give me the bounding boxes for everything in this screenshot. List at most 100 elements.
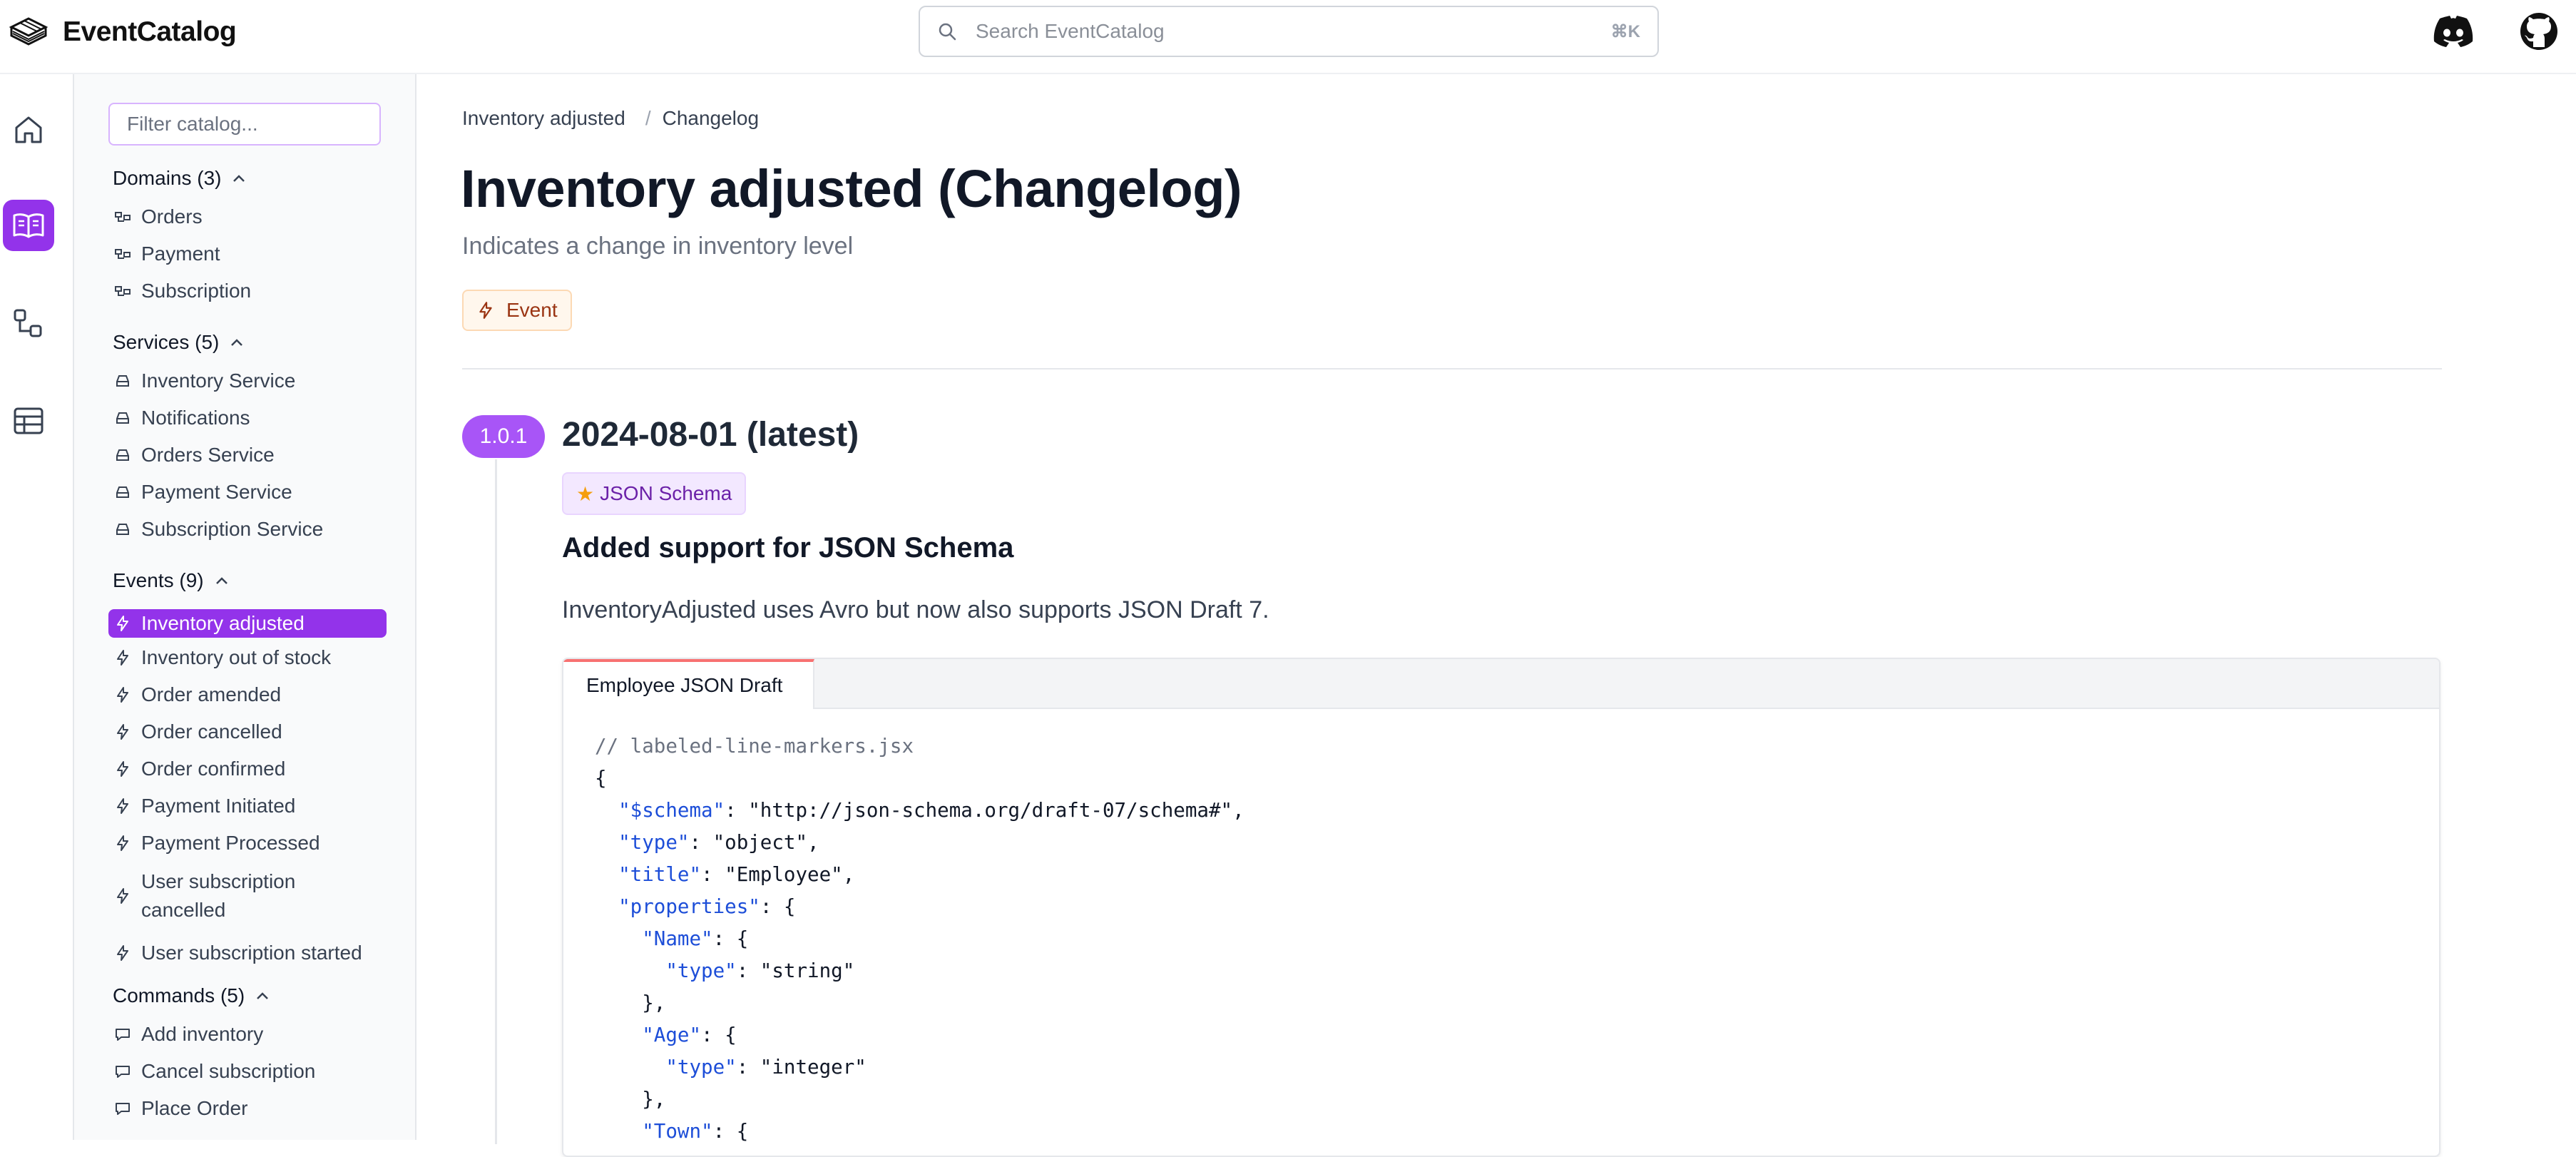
search-bar[interactable]: Search EventCatalog ⌘K [919, 6, 1659, 57]
chat-bubble-icon [116, 1029, 130, 1041]
code-line: "type": "object", [618, 831, 819, 854]
bolt-icon [479, 302, 492, 319]
changelog-body: InventoryAdjusted uses Avro but now also… [562, 596, 1269, 623]
domain-icon [115, 249, 131, 259]
code-line: { [595, 767, 607, 790]
code-tab[interactable]: Employee JSON Draft [563, 659, 814, 709]
workflow-icon[interactable] [3, 298, 54, 350]
sidebar-item-service[interactable]: Inventory Service [108, 369, 387, 392]
page-subtitle: Indicates a change in inventory level [462, 233, 854, 260]
changelog-heading: Added support for JSON Schema [562, 532, 1014, 564]
sidebar-item-command[interactable]: Place Order [108, 1097, 387, 1120]
server-icon [116, 412, 129, 424]
changelog-entry-title: 2024-08-01 (latest) [562, 416, 859, 454]
brand[interactable]: EventCatalog [7, 0, 237, 64]
filter-placeholder: Filter catalog... [127, 113, 258, 135]
sidebar-item-event[interactable]: Payment Initiated [108, 795, 387, 817]
sidebar-item-service[interactable]: Notifications [108, 407, 387, 429]
bolt-icon [117, 724, 128, 740]
group-events-title: Events (9) [113, 569, 204, 591]
code-tabs: Employee JSON Draft [563, 659, 2439, 709]
breadcrumb-item-current: Changelog [662, 107, 760, 129]
breadcrumb-separator: / [645, 107, 651, 129]
sidebar-item-domain[interactable]: Orders [108, 205, 387, 228]
sidebar-item-command[interactable]: Add inventory [108, 1023, 387, 1046]
code-line: }, [595, 1088, 666, 1111]
sidebar-item-event[interactable]: Order confirmed [108, 758, 387, 780]
sidebar-item-command[interactable]: Cancel subscription [108, 1060, 387, 1083]
sidebar-item-service[interactable]: Orders Service [108, 444, 387, 467]
page-title: Inventory adjusted (Changelog) [461, 159, 1242, 218]
book-open-icon[interactable] [3, 200, 54, 251]
code-content: // labeled-line-markers.jsx { "$schema":… [595, 730, 1244, 1148]
code-line: "Age": { [642, 1024, 737, 1046]
chevron-up-icon [231, 339, 243, 346]
icon-rail [0, 74, 74, 1140]
sidebar-item-domain[interactable]: Payment [108, 243, 387, 265]
sidebar-item-event[interactable]: Payment Processed [108, 832, 387, 855]
group-domains-toggle[interactable]: Domains (3) [113, 167, 245, 190]
bolt-icon [117, 798, 128, 814]
version-pill: 1.0.1 [462, 415, 545, 458]
star-icon: ★ [576, 482, 595, 505]
group-commands-title: Commands (5) [113, 984, 245, 1006]
home-icon[interactable] [3, 104, 54, 156]
sidebar-item-event[interactable]: User subscription cancelled [108, 867, 387, 924]
code-line: "Name": { [642, 927, 749, 950]
app-name: EventCatalog [63, 16, 237, 47]
bolt-icon [117, 687, 128, 703]
code-line: // labeled-line-markers.jsx [595, 735, 914, 758]
code-line: }, [595, 992, 666, 1014]
group-domains-title: Domains (3) [113, 167, 222, 189]
bolt-icon [117, 616, 128, 631]
domain-icon [115, 286, 131, 296]
github-icon[interactable] [2518, 10, 2560, 53]
group-services-toggle[interactable]: Services (5) [113, 331, 243, 354]
server-icon [116, 524, 129, 535]
discord-icon[interactable] [2432, 10, 2475, 53]
server-icon [116, 449, 129, 461]
search-icon [937, 21, 976, 41]
sidebar-item-service[interactable]: Subscription Service [108, 518, 387, 541]
code-line: "type": "integer" [665, 1056, 867, 1079]
sidebar-item-event[interactable]: User subscription started [108, 942, 387, 964]
main-content: Inventory adjusted / Changelog Inventory… [418, 74, 2576, 1157]
sidebar-item-event-active[interactable]: Inventory adjusted [108, 609, 387, 638]
breadcrumb-item[interactable]: Inventory adjusted [462, 107, 625, 130]
bolt-icon [117, 888, 128, 904]
divider [462, 368, 2442, 369]
code-block: Employee JSON Draft // labeled-line-mark… [562, 658, 2440, 1157]
sidebar-item-event[interactable]: Order amended [108, 683, 387, 706]
code-line: "type": "string" [665, 959, 855, 982]
code-line: "Town": { [642, 1120, 749, 1143]
search-shortcut: ⌘K [1610, 21, 1640, 41]
domain-icon [115, 212, 131, 222]
table-icon[interactable] [3, 395, 54, 447]
top-bar: EventCatalog Search EventCatalog ⌘K [0, 0, 2576, 74]
chevron-up-icon [215, 577, 228, 584]
code-line: "title": "Employee", [618, 863, 855, 886]
sidebar-item-event[interactable]: Inventory out of stock [108, 646, 387, 669]
bolt-icon [117, 835, 128, 851]
bolt-icon [117, 761, 128, 777]
breadcrumb: Inventory adjusted / Changelog [462, 107, 759, 130]
group-events-toggle[interactable]: Events (9) [113, 569, 228, 592]
server-icon [116, 486, 129, 498]
chat-bubble-icon [116, 1103, 130, 1115]
catalog-sidebar: Filter catalog... Domains (3) Orders Pay… [74, 74, 416, 1140]
code-line: "$schema": "http://json-schema.org/draft… [618, 799, 1244, 822]
group-services-title: Services (5) [113, 331, 220, 353]
bolt-icon [117, 945, 128, 961]
code-line: "properties": { [618, 895, 796, 918]
eventcatalog-logo-icon [7, 11, 48, 53]
sidebar-item-service[interactable]: Payment Service [108, 481, 387, 504]
event-badge: Event [462, 290, 572, 331]
chat-bubble-icon [116, 1066, 130, 1078]
filter-input[interactable]: Filter catalog... [108, 103, 381, 146]
group-commands-toggle[interactable]: Commands (5) [113, 984, 269, 1007]
sidebar-item-domain[interactable]: Subscription [108, 280, 387, 302]
chevron-up-icon [233, 175, 245, 182]
changelog-tag: ★ JSON Schema [562, 472, 747, 515]
sidebar-item-event[interactable]: Order cancelled [108, 720, 387, 743]
server-icon [116, 375, 129, 387]
